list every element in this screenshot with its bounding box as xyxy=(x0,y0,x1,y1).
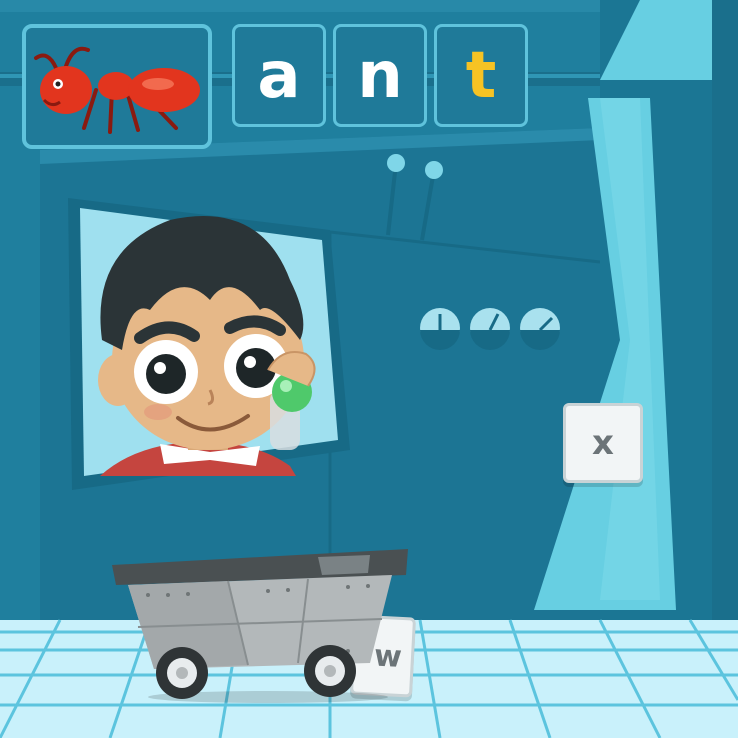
picture-card xyxy=(22,24,212,149)
letter-tile-3[interactable]: t xyxy=(434,24,528,127)
cart-wheel-left xyxy=(156,647,208,699)
gauge-1 xyxy=(420,308,460,350)
character-window xyxy=(68,198,350,490)
gauge-3 xyxy=(520,308,560,350)
gauge-panel xyxy=(420,308,560,350)
game-scene: a n t x w xyxy=(0,0,738,738)
letter-key-x-label: x xyxy=(592,423,614,463)
letter-key-x[interactable]: x xyxy=(563,403,643,483)
letter-3: t xyxy=(465,38,497,113)
letter-tile-1[interactable]: a xyxy=(232,24,326,127)
mine-cart[interactable] xyxy=(108,545,418,705)
cart-wheel-right xyxy=(304,645,356,697)
letter-2: n xyxy=(357,38,403,113)
ant-icon xyxy=(34,46,200,134)
letter-1: a xyxy=(257,38,301,113)
letter-tile-2[interactable]: n xyxy=(333,24,427,127)
gauge-2 xyxy=(470,308,510,350)
